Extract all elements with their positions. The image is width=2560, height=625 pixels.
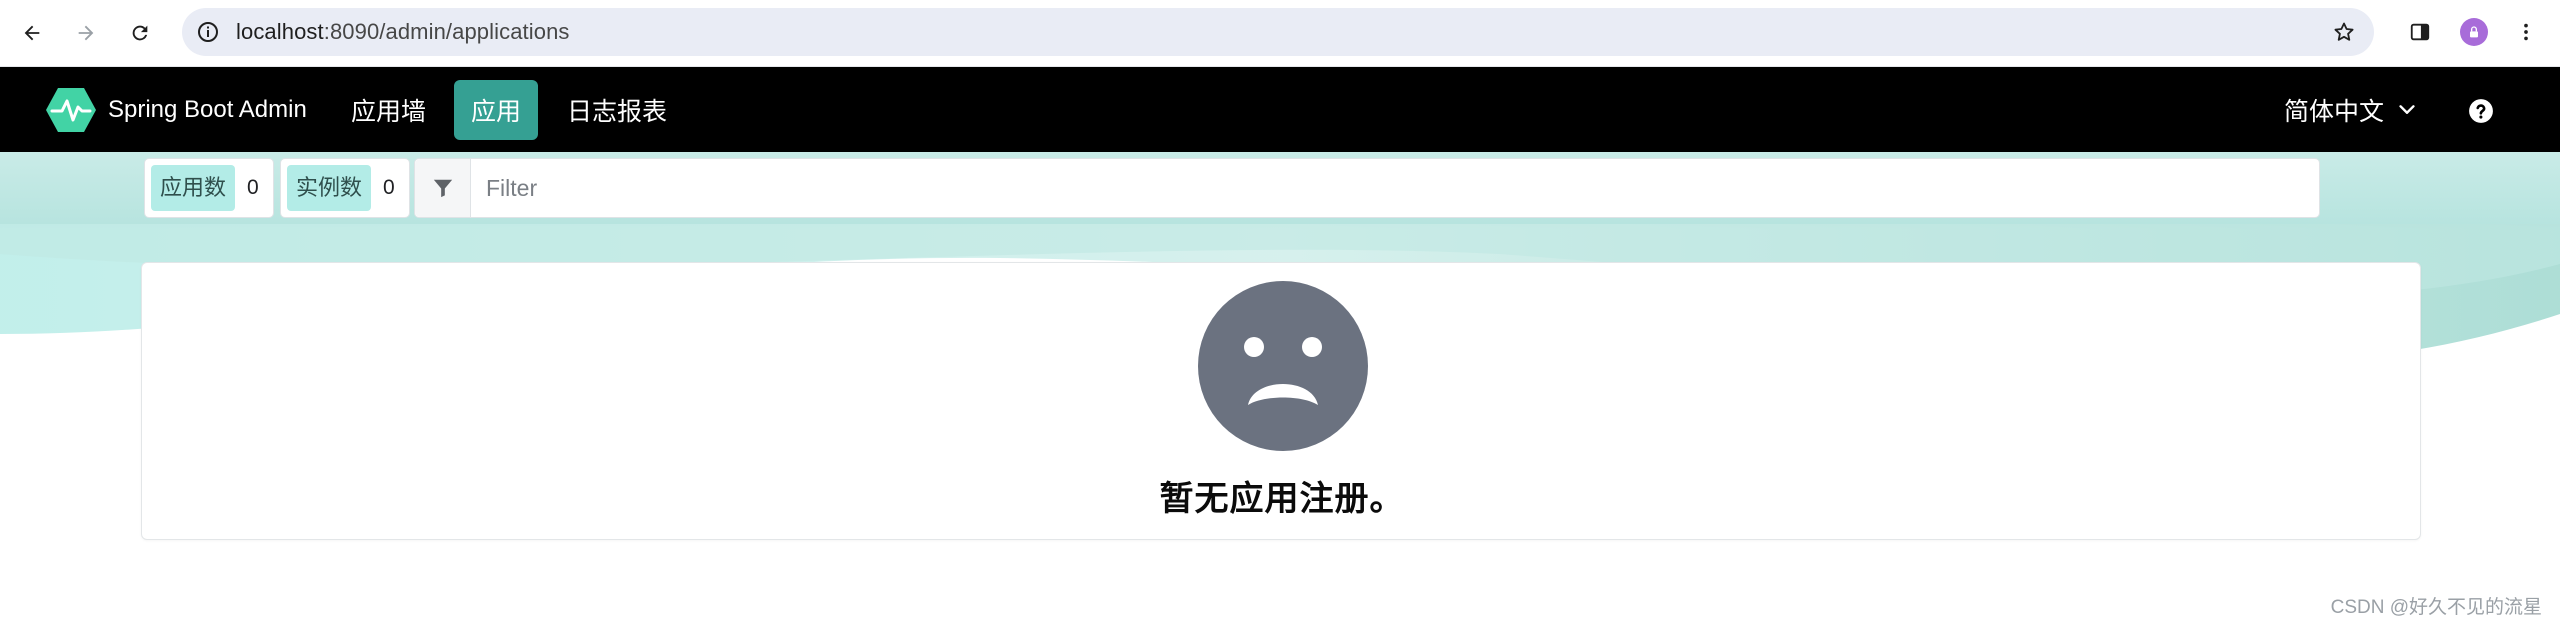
brand-link[interactable]: Spring Boot Admin	[46, 87, 307, 133]
language-selector[interactable]: 简体中文	[2284, 80, 2418, 140]
reload-button[interactable]	[122, 15, 158, 51]
reload-icon	[132, 25, 148, 41]
brand-name: Spring Boot Admin	[108, 96, 307, 123]
nav-item-wallboard[interactable]: 应用墙	[334, 80, 443, 140]
help-icon[interactable]	[2468, 98, 2494, 124]
avatar	[2460, 18, 2488, 46]
arrow-right-icon	[78, 25, 94, 41]
address-bar[interactable]: localhost:8090/admin/applications	[182, 8, 2374, 56]
spring-boot-admin-logo-icon	[46, 88, 96, 132]
nav-item-label: 应用墙	[351, 98, 427, 126]
application-count-label: 应用数	[151, 165, 236, 211]
side-panel-icon	[2410, 23, 2430, 41]
filter-addon	[415, 159, 471, 217]
filter-box	[414, 158, 2320, 218]
browser-toolbar: localhost:8090/admin/applications	[0, 0, 2560, 67]
kebab-menu-icon	[2524, 23, 2528, 41]
nav-item-journal[interactable]: 日志报表	[550, 80, 684, 140]
sad-face-icon	[1198, 281, 1368, 451]
filter-input[interactable]	[472, 159, 2317, 217]
nav-item-label: 应用	[471, 98, 522, 126]
app-navbar: Spring Boot Admin 应用墙 应用 日志报表 简体中文	[0, 67, 2560, 152]
browser-menu-button[interactable]	[2510, 16, 2542, 48]
filter-funnel-icon	[433, 179, 452, 198]
info-icon[interactable]	[196, 20, 220, 44]
arrow-left-icon	[24, 25, 40, 41]
empty-state-card: 暂无应用注册。	[141, 262, 2421, 540]
url-text: localhost:8090/admin/applications	[236, 8, 570, 56]
nav-item-applications[interactable]: 应用	[454, 80, 539, 140]
instance-count: 实例数 0	[280, 158, 410, 218]
watermark: CSDN @好久不见的流星	[2330, 597, 2542, 618]
empty-state-message: 暂无应用注册。	[1159, 480, 1405, 518]
side-panel-button[interactable]	[2404, 16, 2436, 48]
url-host: localhost	[236, 19, 324, 44]
instance-count-value: 0	[383, 176, 395, 199]
chevron-down-icon	[2399, 105, 2415, 114]
profile-button[interactable]	[2458, 16, 2490, 48]
application-count: 应用数 0	[144, 158, 274, 218]
application-count-value: 0	[247, 176, 259, 199]
language-label: 简体中文	[2284, 98, 2385, 126]
forward-button[interactable]	[68, 15, 104, 51]
bookmark-star-icon[interactable]	[2332, 20, 2356, 44]
profile-lock-icon	[2470, 26, 2478, 38]
url-path: :8090/admin/applications	[323, 19, 570, 44]
back-button[interactable]	[14, 15, 50, 51]
nav-item-label: 日志报表	[567, 98, 668, 126]
instance-count-label: 实例数	[287, 165, 372, 211]
